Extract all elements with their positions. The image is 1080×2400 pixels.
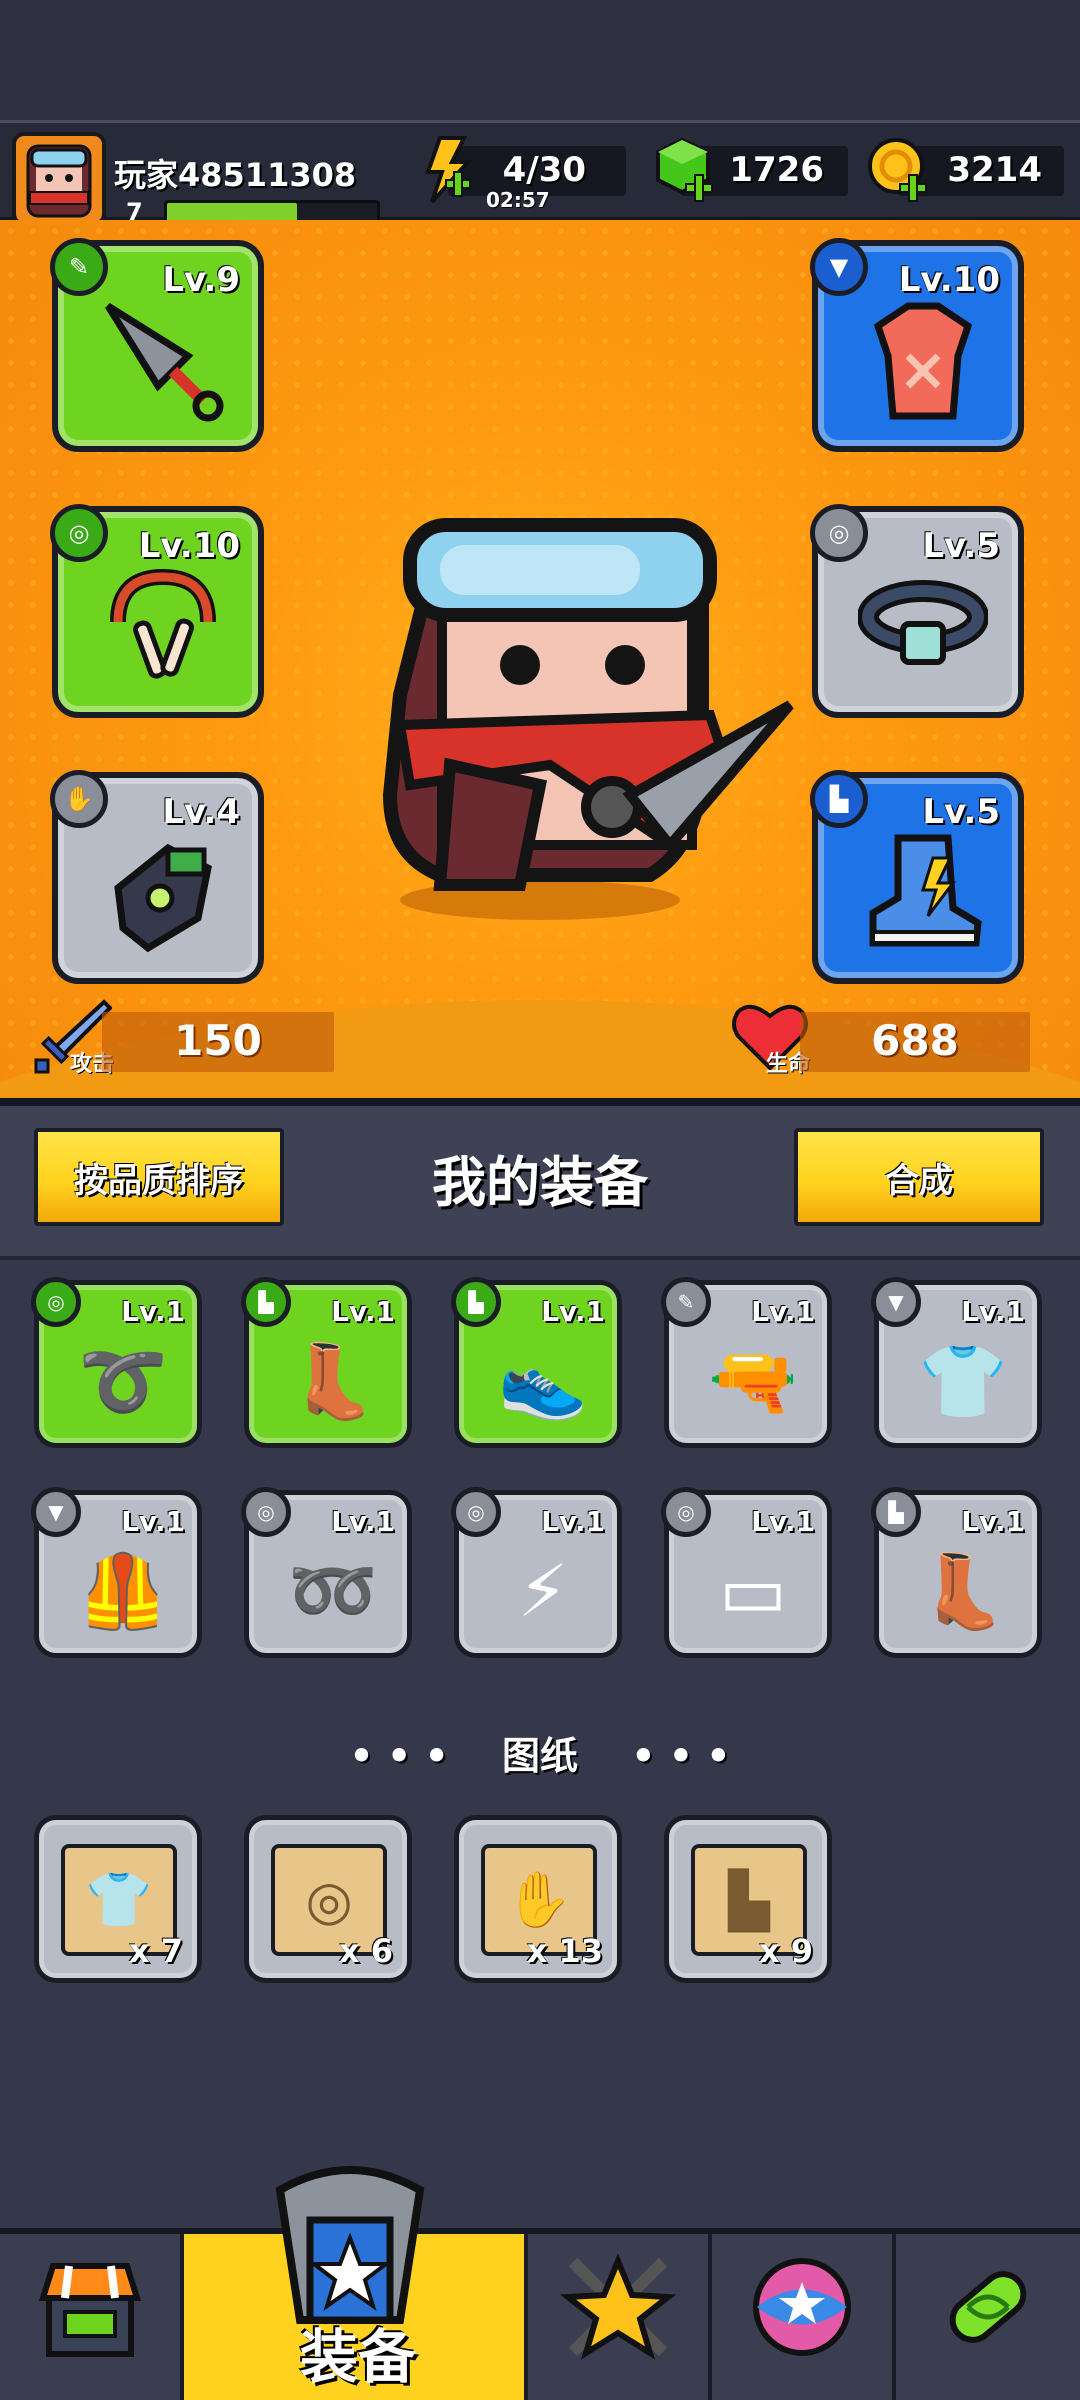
- boot-icon: 👢: [288, 1338, 378, 1423]
- nav-gene[interactable]: [896, 2234, 1080, 2400]
- merge-button[interactable]: 合成: [794, 1128, 1044, 1226]
- blueprint-item[interactable]: ✋ x 13: [454, 1815, 622, 1983]
- gold-coin-plus-icon[interactable]: [866, 136, 932, 206]
- inventory-item[interactable]: ◎ Lv.1 ▭: [661, 1487, 832, 1658]
- gem-value: 1726: [729, 150, 824, 190]
- necklace-slot-icon: ◎: [50, 504, 108, 562]
- blueprint-title: 图纸: [501, 1734, 578, 1778]
- sneaker-icon: [858, 828, 988, 958]
- inventory-item[interactable]: ◎ Lv.1 ➿: [241, 1487, 412, 1658]
- inventory-item[interactable]: ▙ Lv.1 👢: [241, 1277, 412, 1448]
- attack-stat: 150: [102, 1012, 334, 1072]
- inventory-item[interactable]: ✎ Lv.1 🔫: [661, 1277, 832, 1448]
- slot-type-icon: ◎: [661, 1487, 711, 1537]
- equipment-screen: 玩家48511308 7 4/30 02:57 1726 3214 ✎ Lv.9…: [0, 0, 1080, 2400]
- inventory-item[interactable]: ▼ Lv.1 🦺: [31, 1487, 202, 1658]
- equip-slot-weapon[interactable]: ✎ Lv.9: [50, 238, 264, 452]
- page-title: 我的装备: [432, 1151, 648, 1214]
- equip-level: Lv.9: [162, 260, 240, 300]
- armor-slot-icon: ▼: [810, 238, 868, 296]
- inventory-item[interactable]: ◎ Lv.1 ⚡: [451, 1487, 622, 1658]
- vest-icon: 🦺: [78, 1548, 168, 1633]
- green-gem-plus-icon[interactable]: [652, 136, 718, 206]
- bone-necklace-icon: ➰: [78, 1338, 168, 1423]
- red-belt-icon: ➿: [288, 1548, 378, 1633]
- equip-slot-armor[interactable]: ▼ Lv.10: [810, 238, 1024, 452]
- equip-slot-boots[interactable]: ▙ Lv.5: [810, 770, 1024, 984]
- ninja-hero-icon: [382, 518, 794, 920]
- leather-belt-icon: ▭: [718, 1549, 788, 1633]
- player-name: 玩家48511308: [114, 156, 357, 194]
- equip-slot-necklace[interactable]: ◎ Lv.10: [50, 504, 264, 718]
- inventory-item[interactable]: ▙ Lv.1 👢: [871, 1487, 1042, 1658]
- blueprint-item[interactable]: ▙ x 9: [664, 1815, 832, 1983]
- attack-value: 150: [174, 1016, 262, 1065]
- equip-level: Lv.5: [922, 526, 1000, 566]
- boot-icon: 👢: [918, 1548, 1008, 1633]
- hp-value: 688: [871, 1016, 959, 1065]
- blueprint-item[interactable]: 👕 x 7: [34, 1815, 202, 1983]
- status-area: [0, 0, 1080, 120]
- dots-left: • • •: [349, 1734, 449, 1778]
- lightning-plus-icon[interactable]: [416, 136, 478, 206]
- bone-necklace-icon: [98, 562, 228, 692]
- glove-slot-icon: ✋: [50, 770, 108, 828]
- equip-slot-gloves[interactable]: ✋ Lv.4: [50, 770, 264, 984]
- slot-type-icon: ▙: [241, 1277, 291, 1327]
- hero-character[interactable]: [370, 515, 800, 925]
- sneaker-icon: 👟: [498, 1338, 588, 1423]
- inventory-item[interactable]: ▼ Lv.1 👕: [871, 1277, 1042, 1448]
- equip-level: Lv.4: [162, 792, 240, 832]
- glove-icon: [98, 828, 228, 958]
- sort-by-quality-button[interactable]: 按品质排序: [34, 1128, 284, 1226]
- nav-shop[interactable]: [0, 2234, 184, 2400]
- weapon-slot-icon: ✎: [50, 238, 108, 296]
- battle-star-icon: [558, 2247, 678, 2387]
- nav-battle[interactable]: [528, 2234, 712, 2400]
- blueprint-item[interactable]: ◎ x 6: [244, 1815, 412, 1983]
- shop-icon: [35, 2252, 145, 2382]
- equip-slot-belt[interactable]: ◎ Lv.5: [810, 504, 1024, 718]
- red-shirt-icon: 👕: [918, 1338, 1008, 1423]
- slot-type-icon: ▼: [31, 1487, 81, 1537]
- blueprint-count: x 13: [526, 1932, 603, 1970]
- section-divider: [0, 1098, 1080, 1106]
- energy-value: 4/30: [502, 150, 586, 190]
- kunai-icon: [98, 296, 228, 426]
- lightning-belt-icon: ⚡: [517, 1549, 569, 1633]
- dna-capsule-icon: [928, 2247, 1048, 2387]
- boots-slot-icon: ▙: [810, 770, 868, 828]
- slot-type-icon: ▙: [871, 1487, 921, 1537]
- slot-type-icon: ◎: [451, 1487, 501, 1537]
- coin-value: 3214: [947, 150, 1042, 190]
- belt-slot-icon: ◎: [810, 504, 868, 562]
- inventory-item[interactable]: ▙ Lv.1 👟: [451, 1277, 622, 1448]
- slot-type-icon: ✎: [661, 1277, 711, 1327]
- hp-stat: 688: [800, 1012, 1030, 1072]
- blueprint-section-title: • • • 图纸 • • •: [0, 1725, 1080, 1780]
- energy-timer: 02:57: [486, 188, 550, 212]
- nav-orb[interactable]: [712, 2234, 896, 2400]
- header-separator: [0, 1256, 1080, 1260]
- slot-type-icon: ◎: [31, 1277, 81, 1327]
- slot-type-icon: ▼: [871, 1277, 921, 1327]
- pistol-icon: 🔫: [708, 1338, 798, 1423]
- equip-level: Lv.10: [138, 526, 240, 566]
- nav-equipment-label: 装备: [300, 2323, 417, 2391]
- blueprint-count: x 9: [758, 1932, 813, 1970]
- red-shirt-icon: [858, 296, 988, 426]
- inventory-item[interactable]: ◎ Lv.1 ➰: [31, 1277, 202, 1448]
- blueprint-count: x 6: [338, 1932, 393, 1970]
- equip-level: Lv.10: [898, 260, 1000, 300]
- avatar[interactable]: [12, 132, 106, 226]
- dots-right: • • •: [631, 1734, 731, 1778]
- slot-type-icon: ◎: [241, 1487, 291, 1537]
- belt-icon: [858, 562, 988, 692]
- slot-type-icon: ▙: [451, 1277, 501, 1327]
- blueprint-count: x 7: [128, 1932, 183, 1970]
- orb-icon: [747, 2252, 857, 2382]
- ninja-avatar-icon: [26, 144, 92, 218]
- equip-level: Lv.5: [922, 792, 1000, 832]
